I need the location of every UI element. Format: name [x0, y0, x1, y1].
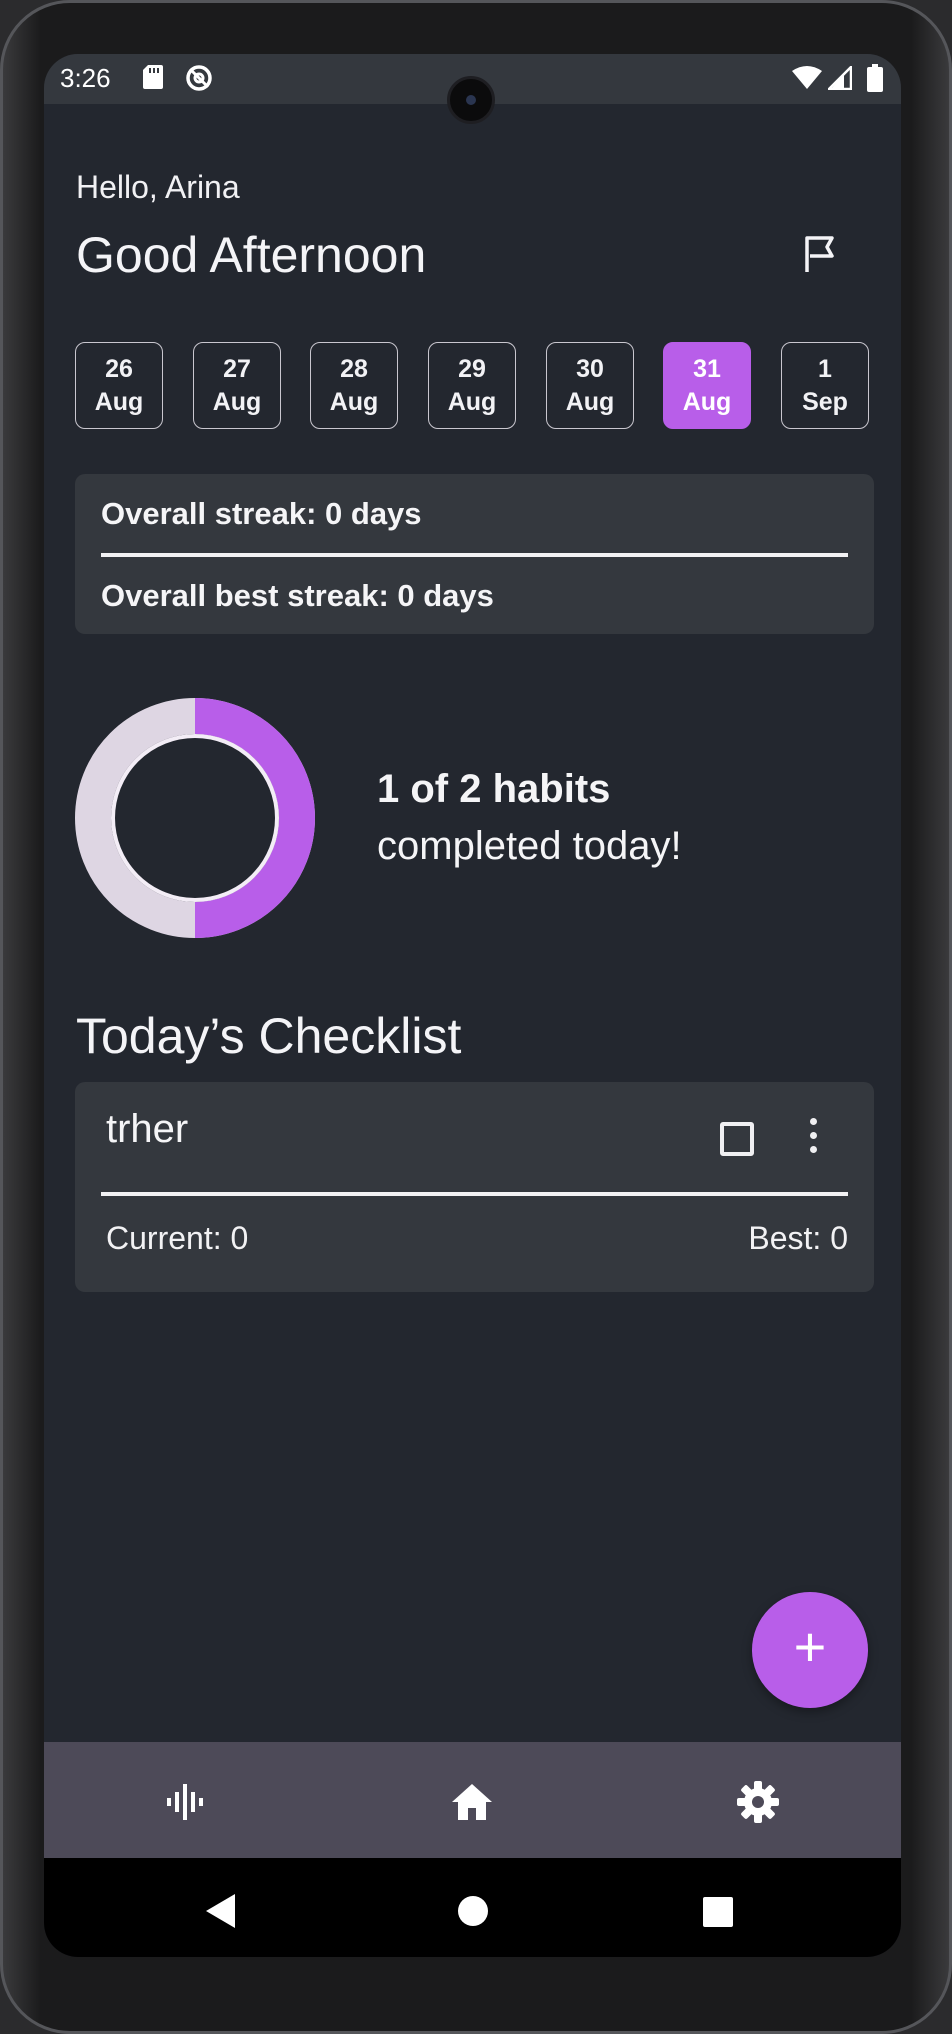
habit-checkbox[interactable] — [720, 1122, 754, 1156]
checklist-title: Today’s Checklist — [76, 1008, 462, 1064]
back-icon[interactable] — [206, 1894, 235, 1928]
date-day: 29 — [458, 355, 486, 383]
date-chip[interactable]: 27 Aug — [193, 342, 281, 429]
date-day: 28 — [340, 355, 368, 383]
add-icon: + — [793, 1615, 827, 1678]
more-options-icon[interactable] — [805, 1118, 821, 1162]
recents-icon[interactable] — [703, 1897, 733, 1927]
sd-card-icon — [143, 65, 163, 89]
date-chip[interactable]: 1 Sep — [781, 342, 869, 429]
date-chip[interactable]: 26 Aug — [75, 342, 163, 429]
progress-caption: completed today! — [377, 824, 682, 868]
date-month: Aug — [329, 388, 379, 416]
habit-current-streak: Current: 0 — [106, 1220, 249, 1256]
date-day: 27 — [223, 355, 251, 383]
habit-name: trher — [106, 1107, 189, 1151]
settings-icon[interactable] — [736, 1780, 780, 1824]
date-day: 26 — [105, 355, 133, 383]
best-streak: Overall best streak: 0 days — [101, 578, 494, 613]
stats-icon[interactable] — [164, 1780, 208, 1824]
front-camera — [447, 76, 495, 124]
date-month: Aug — [447, 388, 497, 416]
habit-best-streak: Best: 0 — [748, 1220, 848, 1256]
flag-icon[interactable] — [800, 234, 840, 274]
date-chip[interactable]: 29 Aug — [428, 342, 516, 429]
page-title: Good Afternoon — [76, 227, 427, 283]
date-month: Sep — [802, 388, 848, 416]
date-month: Aug — [565, 388, 615, 416]
date-chip[interactable]: 30 Aug — [546, 342, 634, 429]
home-circle-icon[interactable] — [458, 1896, 488, 1926]
date-day: 30 — [576, 355, 604, 383]
ring-center — [116, 739, 274, 897]
date-chip[interactable]: 28 Aug — [310, 342, 398, 429]
overall-streak: Overall streak: 0 days — [101, 496, 422, 531]
app-screen: 3:26 Hello, Arina Good Afternoon 26 Aug … — [44, 54, 901, 1957]
habit-card[interactable]: trher Current: 0 Best: 0 — [75, 1082, 874, 1292]
streak-card: Overall streak: 0 days Overall best stre… — [75, 474, 874, 634]
status-time: 3:26 — [60, 63, 111, 93]
date-month: Aug — [94, 388, 144, 416]
date-month: Aug — [682, 388, 732, 416]
data-saver-icon — [186, 65, 212, 91]
add-habit-button[interactable]: + — [752, 1592, 868, 1708]
date-month: Aug — [212, 388, 262, 416]
date-day: 1 — [818, 355, 832, 383]
greeting-text: Hello, Arina — [76, 169, 240, 205]
bottom-nav — [44, 1742, 901, 1858]
signal-icon — [828, 66, 852, 90]
date-chip-selected[interactable]: 31 Aug — [663, 342, 751, 429]
progress-ring — [75, 698, 315, 938]
divider — [101, 1192, 848, 1196]
home-icon[interactable] — [450, 1780, 494, 1824]
battery-icon — [867, 64, 883, 92]
system-nav-bar — [44, 1858, 901, 1957]
date-day: 31 — [693, 355, 721, 383]
wifi-icon — [792, 66, 822, 89]
divider — [101, 553, 848, 557]
progress-count: 1 of 2 habits — [377, 767, 611, 811]
